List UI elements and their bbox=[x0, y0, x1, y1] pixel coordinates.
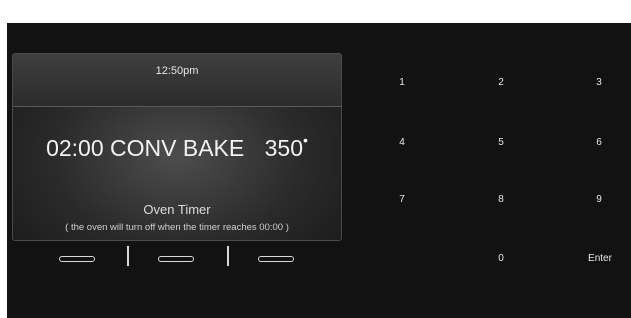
key-9[interactable]: 9 bbox=[579, 190, 619, 210]
display-header bbox=[13, 54, 341, 107]
key-3[interactable]: 3 bbox=[579, 73, 619, 93]
soft-key-3[interactable] bbox=[258, 256, 294, 262]
key-0[interactable]: 0 bbox=[481, 249, 521, 269]
soft-key-2[interactable] bbox=[158, 256, 194, 262]
enter-button[interactable]: Enter bbox=[576, 249, 624, 269]
key-8[interactable]: 8 bbox=[481, 190, 521, 210]
cook-mode: CONV BAKE bbox=[110, 135, 245, 161]
cook-status: 02:00 CONV BAKE 350• bbox=[13, 132, 341, 162]
oven-display: 12:50pm 02:00 CONV BAKE 350• Oven Timer … bbox=[12, 53, 342, 241]
degree-icon: • bbox=[303, 132, 308, 148]
key-1[interactable]: 1 bbox=[382, 73, 422, 93]
key-2[interactable]: 2 bbox=[481, 73, 521, 93]
timer-title: Oven Timer bbox=[143, 202, 211, 217]
key-7[interactable]: 7 bbox=[382, 190, 422, 210]
clock: 12:50pm bbox=[155, 65, 199, 77]
soft-key-divider bbox=[227, 246, 229, 266]
soft-key-divider bbox=[127, 246, 129, 266]
key-6[interactable]: 6 bbox=[579, 133, 619, 153]
cook-time: 02:00 bbox=[46, 135, 104, 161]
key-5[interactable]: 5 bbox=[481, 133, 521, 153]
timer-note: ( the oven will turn off when the timer … bbox=[65, 222, 289, 233]
key-4[interactable]: 4 bbox=[382, 133, 422, 153]
cook-temperature: 350• bbox=[264, 132, 308, 161]
soft-key-1[interactable] bbox=[59, 256, 95, 262]
